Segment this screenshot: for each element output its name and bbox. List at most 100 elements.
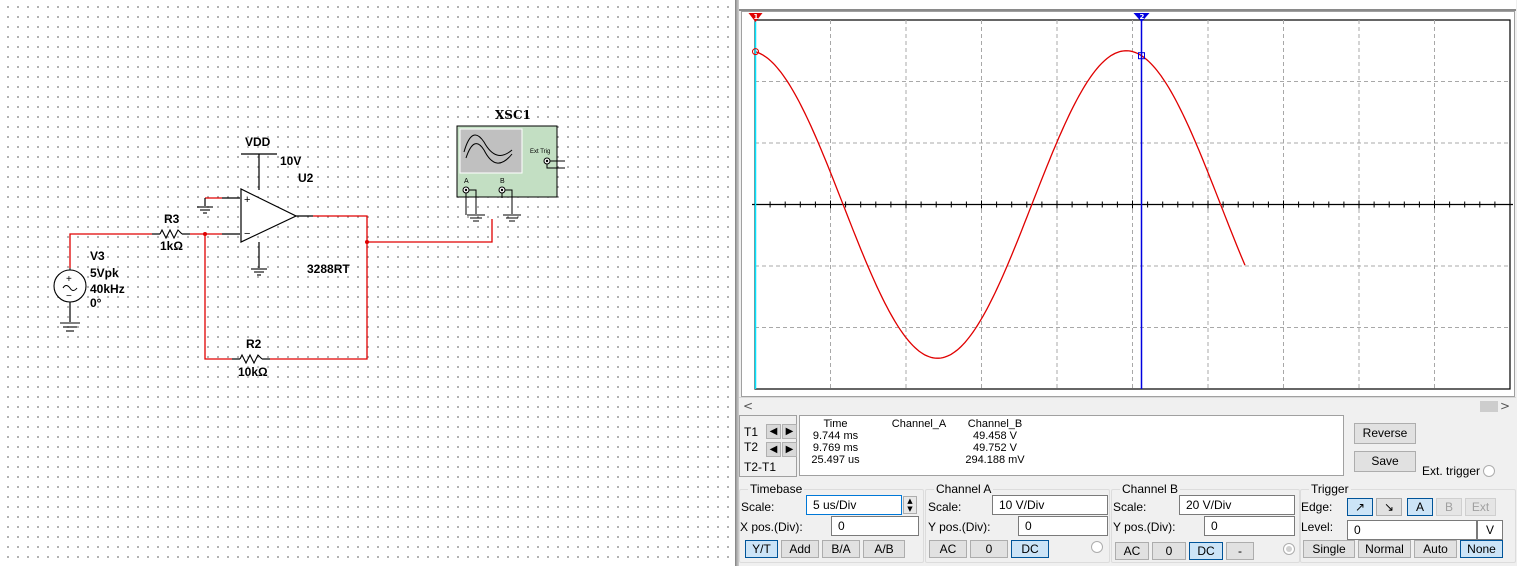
channel-a-radio[interactable]: [1091, 541, 1103, 553]
r2-value: 10kΩ: [238, 365, 268, 379]
trigger-mode-auto-button[interactable]: Auto: [1414, 540, 1457, 558]
timebase-scale-spinner[interactable]: ▲ ▼: [903, 496, 917, 514]
dt-channel-b: 294.188 mV: [965, 454, 1025, 466]
trigger-source-b-button[interactable]: B: [1436, 498, 1462, 516]
trigger-mode-normal-button[interactable]: Normal: [1358, 540, 1411, 558]
channel-b-ypos-input[interactable]: 0: [1204, 516, 1295, 536]
wire-feedback-right[interactable]: [270, 215, 368, 360]
t2-t1-label: T2-T1: [744, 460, 777, 474]
resistor-r2[interactable]: [239, 353, 263, 365]
scroll-thumb[interactable]: [1480, 401, 1498, 412]
timebase-scale-label: Scale:: [741, 500, 775, 514]
channel-a-ypos-input[interactable]: 0: [1018, 516, 1108, 536]
source-amplitude: 5Vpk: [90, 266, 119, 280]
channel-b-coupling-ac-button[interactable]: AC: [1115, 542, 1149, 560]
wire-feedback-left[interactable]: [204, 234, 232, 360]
wire-source-to-r3[interactable]: [69, 233, 152, 268]
channel-a-title: Channel A: [934, 482, 994, 496]
r3-value: 1kΩ: [160, 239, 183, 253]
timebase-mode-yt-button[interactable]: Y/T: [745, 540, 778, 558]
channel-a-coupling-ac-button[interactable]: AC: [929, 540, 967, 558]
resistor-r3[interactable]: [159, 228, 183, 240]
trigger-source-ext-button[interactable]: Ext: [1465, 498, 1496, 516]
horizontal-scrollbar[interactable]: < >: [739, 397, 1516, 415]
ground-symbol: [251, 268, 267, 276]
junction-node: [365, 240, 369, 244]
channel-b-scale-input[interactable]: 20 V/Div: [1179, 495, 1295, 515]
timebase-xpos-input[interactable]: 0: [831, 516, 919, 536]
t2-time: 9.769 ms: [812, 442, 859, 454]
t1-channel-b: 49.458 V: [972, 430, 1018, 442]
cursor-readout-table: Time 9.744 ms 9.769 ms 25.497 us Channel…: [799, 415, 1344, 476]
t1-right-arrow-icon[interactable]: ▶: [782, 424, 797, 439]
cursor-2-label: 2: [1140, 13, 1145, 21]
channel-b-coupling-minus-button[interactable]: -: [1226, 542, 1254, 560]
timebase-mode-add-button[interactable]: Add: [781, 540, 819, 558]
xsc1-label: XSC1: [495, 108, 531, 122]
channel-a-coupling-0-button[interactable]: 0: [970, 540, 1008, 558]
scope-display[interactable]: 12: [741, 11, 1515, 397]
t1-time: 9.744 ms: [812, 430, 859, 442]
opamp-model: 3288RT: [307, 262, 350, 276]
channel-b-title: Channel B: [1120, 482, 1181, 496]
channel-b-terminal-label: B: [500, 178, 505, 185]
scroll-right-arrow[interactable]: >: [1500, 398, 1510, 415]
source-name: V3: [90, 249, 105, 263]
ground-symbol: [197, 206, 213, 214]
r2-name: R2: [246, 337, 262, 351]
dt-time: 25.497 us: [811, 454, 860, 466]
schematic: + − + − VDD 10V U2 3288RT R3 1kΩ R2 10kΩ…: [53, 108, 565, 379]
channel-b-coupling-0-button[interactable]: 0: [1152, 542, 1186, 560]
wire-output-to-scope[interactable]: [367, 219, 493, 243]
trigger-level-unit[interactable]: V: [1477, 520, 1503, 540]
trigger-mode-single-button[interactable]: Single: [1303, 540, 1355, 558]
svg-text:−: −: [66, 291, 72, 302]
channel-b-scale-label: Scale:: [1113, 500, 1147, 514]
channel-a-terminal-label: A: [464, 178, 469, 185]
ext-trigger-label: Ext. trigger: [1422, 464, 1481, 478]
opamp-name: U2: [298, 171, 314, 185]
timebase-xpos-label: X pos.(Div):: [740, 520, 803, 534]
save-button[interactable]: Save: [1354, 451, 1416, 472]
window-titlebar[interactable]: [739, 0, 1516, 11]
ground-symbol: [60, 322, 80, 332]
oscilloscope-instrument-xsc1[interactable]: XSC1 Ext Trig A B: [456, 108, 565, 222]
trigger-title: Trigger: [1309, 482, 1351, 496]
trigger-level-input[interactable]: 0: [1347, 520, 1477, 540]
source-frequency: 40kHz: [90, 282, 125, 296]
trigger-mode-none-button[interactable]: None: [1460, 540, 1503, 558]
trigger-falling-edge-button[interactable]: ↘: [1376, 498, 1402, 516]
svg-text:+: +: [244, 194, 250, 206]
header-channel-a: Channel_A: [891, 418, 947, 430]
t2-right-arrow-icon[interactable]: ▶: [782, 442, 797, 457]
channel-a-coupling-dc-button[interactable]: DC: [1011, 540, 1049, 558]
cursor-1-label: 1: [754, 13, 759, 21]
header-channel-b: Channel_B: [967, 418, 1023, 430]
header-time: Time: [823, 418, 848, 430]
opamp-symbol[interactable]: + −: [240, 188, 298, 243]
vdd-label: VDD: [245, 135, 271, 149]
scope-grid: 12: [748, 13, 1513, 390]
reverse-button[interactable]: Reverse: [1354, 423, 1416, 444]
t2-left-arrow-icon[interactable]: ◀: [766, 442, 781, 457]
timebase-mode-ba-button[interactable]: B/A: [822, 540, 860, 558]
channel-b-coupling-dc-button[interactable]: DC: [1189, 542, 1223, 560]
channel-a-scale-label: Scale:: [928, 500, 962, 514]
ext-trigger-radio[interactable]: [1483, 465, 1495, 477]
trigger-source-a-button[interactable]: A: [1407, 498, 1433, 516]
t2-channel-b: 49.752 V: [972, 442, 1018, 454]
trigger-edge-label: Edge:: [1301, 500, 1333, 514]
cursor-controls: T1 T2 T2-T1 ◀ ▶ ◀ ▶: [739, 415, 797, 477]
timebase-title: Timebase: [748, 482, 805, 496]
oscilloscope-window: 12 < > T1 T2 T2-T1 ◀ ▶ ◀ ▶ Time 9.744 ms…: [735, 0, 1517, 566]
ac-source-v3[interactable]: + −: [53, 268, 87, 303]
channel-a-scale-input[interactable]: 10 V/Div: [992, 495, 1108, 515]
timebase-mode-ab-button[interactable]: A/B: [863, 540, 905, 558]
channel-b-radio[interactable]: [1283, 543, 1295, 555]
trigger-rising-edge-button[interactable]: ↗: [1347, 498, 1373, 516]
t1-label: T1: [744, 425, 759, 439]
t1-left-arrow-icon[interactable]: ◀: [766, 424, 781, 439]
svg-text:−: −: [244, 228, 250, 240]
scroll-left-arrow[interactable]: <: [743, 398, 753, 415]
timebase-scale-input[interactable]: 5 us/Div: [806, 495, 902, 515]
